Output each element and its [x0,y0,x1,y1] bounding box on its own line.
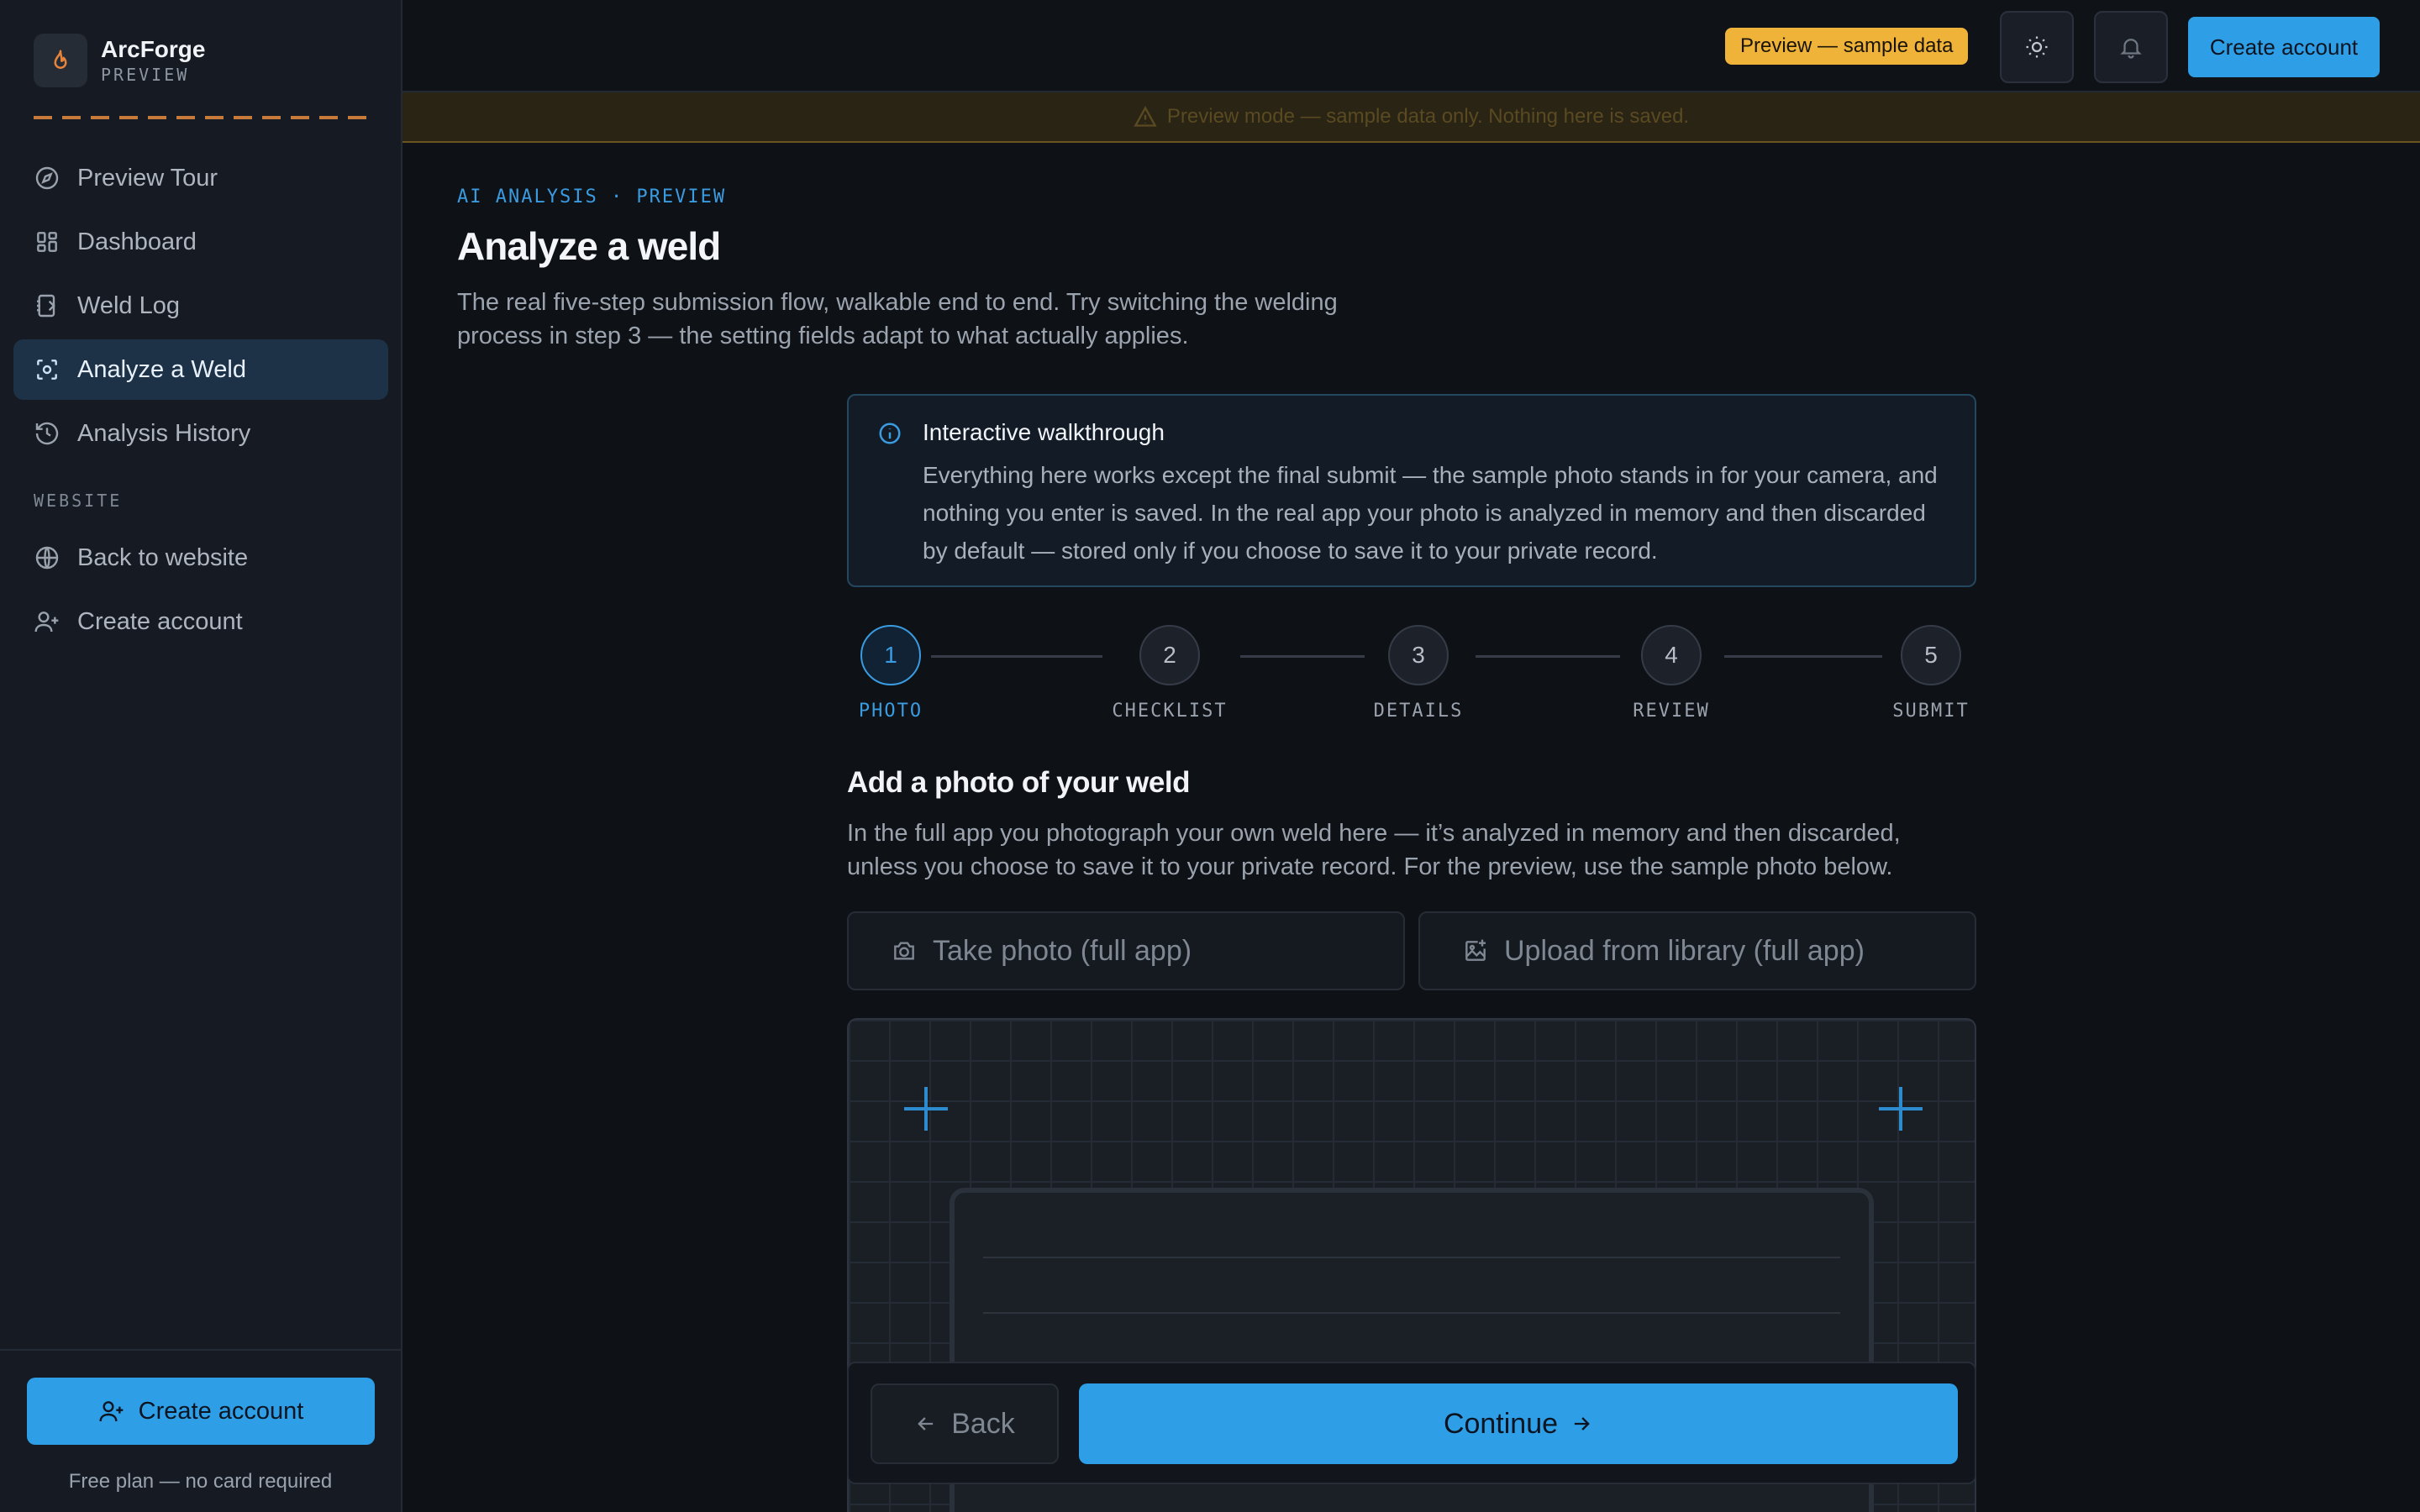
upload-from-library-button[interactable]: Upload from library (full app) [1418,911,1976,990]
button-label: Back [951,1407,1015,1440]
grid-icon [34,228,60,255]
step-label: REVIEW [1633,701,1710,722]
section-title: Add a photo of your weld [847,766,1190,799]
notebook-icon [34,292,60,319]
banner-text: Preview mode — sample data only. Nothing… [1166,105,1690,128]
history-icon [34,420,60,447]
step-connector [1240,655,1365,658]
sidebar-item-weld-log[interactable]: Weld Log [13,276,388,336]
step-submit[interactable]: 5 SUBMIT [1864,625,1998,722]
notice-title: Interactive walkthrough [923,419,1165,445]
brand-divider [34,116,370,119]
section-description: In the full app you photograph your own … [847,820,1901,880]
arrow-right-icon [1570,1412,1593,1436]
button-label: Take photo (full app) [933,934,1192,967]
step-checklist[interactable]: 2 CHECKLIST [1102,625,1237,722]
bell-icon [2120,39,2142,59]
sidebar-item-back-to-website[interactable]: Back to website [13,528,388,588]
theme-toggle-button[interactable] [2000,11,2074,83]
step-label: SUBMIT [1892,701,1970,722]
step-label: CHECKLIST [1112,701,1228,722]
scan-icon [34,356,60,383]
crosshair-marker [904,1087,948,1131]
sidebar-item-create-account[interactable]: Create account [13,591,388,652]
notice-body: Everything here works except the final s… [923,462,1938,564]
image-plus-icon [1462,937,1489,964]
step-number: 1 [860,625,921,685]
user-plus-icon [34,608,60,635]
step-label: PHOTO [858,701,923,722]
button-label: Continue [1443,1407,1559,1440]
sidebar-item-label: Dashboard [77,228,197,255]
globe-icon [34,544,60,571]
page-description: The real five-step submission flow, walk… [457,289,1338,349]
step-action-bar: Back Continue [847,1362,1976,1484]
step-indicator: 1 PHOTO 2 CHECKLIST 3 DETAILS 4 REVIEW 5… [847,625,1976,726]
step-photo[interactable]: 1 PHOTO [823,625,958,722]
brand-subtitle: PREVIEW [101,65,190,85]
free-plan-note: Free plan — no card required [68,1470,333,1493]
sun-icon [2026,36,2048,58]
notifications-button[interactable] [2094,11,2168,83]
brand-name: ArcForge [101,36,206,62]
continue-button[interactable]: Continue [1079,1383,1958,1464]
button-label: Upload from library (full app) [1504,934,1865,967]
walkthrough-notice: Interactive walkthrough Everything here … [847,394,1976,587]
plate-line [983,1312,1840,1314]
sidebar-footer: Create account Free plan — no card requi… [0,1349,401,1512]
button-label: Create account [138,1397,304,1425]
step-connector [1724,655,1882,658]
sidebar-item-label: Analysis History [77,419,251,447]
page-eyebrow: AI ANALYSIS · PREVIEW [457,186,727,207]
info-icon [877,421,902,446]
back-button[interactable]: Back [871,1383,1059,1464]
create-account-button[interactable]: Create account [2188,17,2380,77]
crosshair-marker [1879,1087,1923,1131]
step-number: 3 [1388,625,1449,685]
warning-icon [1134,105,1157,129]
flame-icon [34,34,87,87]
sidebar-item-label: Preview Tour [77,164,218,192]
take-photo-button[interactable]: Take photo (full app) [847,911,1405,990]
step-number: 5 [1901,625,1961,685]
sidebar-item-label: Weld Log [77,291,180,319]
step-connector [1476,655,1620,658]
sidebar-create-account-button[interactable]: Create account [27,1378,375,1445]
sidebar-section-website: WEBSITE [34,491,123,511]
sidebar-item-label: Create account [77,607,243,635]
sidebar-item-dashboard[interactable]: Dashboard [13,212,388,272]
preview-badge: Preview — sample data [1725,28,1969,65]
preview-banner: Preview mode — sample data only. Nothing… [402,92,2420,143]
top-bar: Preview — sample data Create account [402,0,2420,92]
sidebar-item-analysis-history[interactable]: Analysis History [13,403,388,464]
step-number: 2 [1139,625,1200,685]
arrow-left-icon [914,1412,938,1436]
sidebar-item-preview-tour[interactable]: Preview Tour [13,148,388,208]
plate-line [983,1257,1840,1258]
brand[interactable]: ArcForge PREVIEW [34,34,205,87]
camera-icon [891,937,918,964]
step-label: DETAILS [1373,701,1464,722]
sidebar-item-label: Back to website [77,543,249,571]
compass-icon [34,165,60,192]
sidebar-item-analyze-a-weld[interactable]: Analyze a Weld [13,339,388,400]
user-plus-icon [98,1398,125,1425]
sidebar: ArcForge PREVIEW Preview Tour Dashboard … [0,0,402,1512]
sidebar-item-label: Analyze a Weld [77,355,246,383]
page-title: Analyze a weld [457,224,721,268]
step-details[interactable]: 3 DETAILS [1351,625,1486,722]
step-review[interactable]: 4 REVIEW [1604,625,1739,722]
step-number: 4 [1641,625,1702,685]
sidebar-nav: Preview Tour Dashboard Weld Log Analyze … [13,148,388,655]
